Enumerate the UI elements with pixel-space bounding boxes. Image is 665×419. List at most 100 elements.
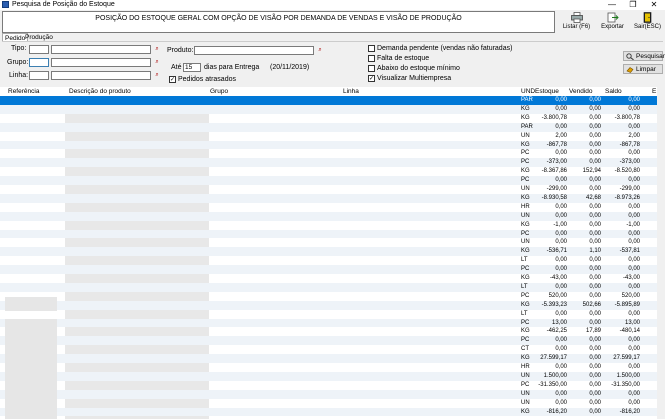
table-row[interactable]: KG -536,71 1,10 -537,81 <box>0 247 665 257</box>
cell-estoque: 0,00 <box>555 230 567 237</box>
table-row[interactable]: PC 520,00 0,00 520,00 <box>0 292 665 301</box>
produto-input[interactable] <box>194 46 314 55</box>
table-row[interactable]: LT 0,00 0,00 0,00 <box>0 282 665 292</box>
table-row[interactable]: PC 0,00 0,00 0,00 <box>0 265 665 274</box>
col-header-referencia[interactable]: Referência <box>8 87 39 96</box>
col-header-e[interactable]: E <box>652 87 656 96</box>
header-banner: POSIÇÃO DO ESTOQUE GERAL COM OPÇÃO DE VI… <box>2 11 555 33</box>
cell-und: UN <box>521 212 530 219</box>
tipo-desc-input[interactable] <box>51 45 151 54</box>
cell-vendido: 0,00 <box>589 310 601 317</box>
table-row[interactable]: KG 27.599,17 0,00 27.599,17 <box>0 354 665 363</box>
dias-input[interactable]: 15 <box>183 63 201 72</box>
col-header-linha[interactable]: Linha <box>343 87 359 96</box>
table-row[interactable]: PC 0,00 0,00 0,00 <box>0 336 665 346</box>
cell-und: UN <box>521 390 530 397</box>
cell-vendido: 0,00 <box>589 399 601 406</box>
cell-und: PC <box>521 319 530 326</box>
cell-vendido: 0,00 <box>589 150 601 157</box>
linha-code-input[interactable] <box>29 71 49 80</box>
table-row[interactable]: KG -8.367,86 152,94 -8.520,80 <box>0 167 665 176</box>
cell-vendido: 0,00 <box>589 372 601 379</box>
table-row[interactable]: KG -867,78 0,00 -867,78 <box>0 140 665 150</box>
cell-vendido: 152,94 <box>582 168 601 175</box>
grupo-code-input[interactable] <box>29 58 49 67</box>
cell-estoque: -43,00 <box>549 275 567 281</box>
cell-estoque: -299,00 <box>546 186 567 192</box>
demanda-pendente-checkbox[interactable] <box>368 45 375 52</box>
table-row[interactable]: KG -5.393,23 502,66 -5.895,89 <box>0 300 665 310</box>
cell-estoque: 0,00 <box>555 257 567 264</box>
cell-estoque: -462,25 <box>546 328 567 335</box>
cell-estoque: 13,00 <box>551 319 567 326</box>
col-header-vendido[interactable]: Vendido <box>569 87 593 96</box>
table-row[interactable]: KG 0,00 0,00 0,00 <box>0 104 665 114</box>
exit-button-label: Sair(ESC) <box>633 24 661 30</box>
pesquisar-button[interactable]: Pesquisar <box>623 51 665 61</box>
cell-vendido: 0,00 <box>589 141 601 148</box>
table-row[interactable]: PC 0,00 0,00 0,00 <box>0 176 665 185</box>
col-header-saldo[interactable]: Saldo <box>605 87 622 96</box>
table-row[interactable]: UN 0,00 0,00 0,00 <box>0 211 665 221</box>
filter-panel: Tipo: ⌕ Grupo: ⌕ Linha: ⌕ Produto: ⌕ Até… <box>2 41 665 87</box>
table-row[interactable]: UN -299,00 0,00 -299,00 <box>0 185 665 194</box>
table-row[interactable]: LT 0,00 0,00 0,00 <box>0 310 665 319</box>
falta-estoque-checkbox[interactable] <box>368 55 375 62</box>
export-button[interactable]: Exportar <box>595 11 630 33</box>
grupo-desc-input[interactable] <box>51 58 151 67</box>
results-grid[interactable]: Referência Descrição do produto Grupo Li… <box>0 87 665 419</box>
table-row[interactable]: KG -462,25 17,89 -480,14 <box>0 327 665 336</box>
table-row[interactable]: PAR 0,00 0,00 0,00 <box>0 122 665 132</box>
limpar-button[interactable]: Limpar <box>623 64 663 74</box>
table-row[interactable]: CT 0,00 0,00 0,00 <box>0 345 665 354</box>
table-row[interactable]: KG -816,20 0,00 -816,20 <box>0 407 665 417</box>
cell-vendido: 17,89 <box>585 328 601 335</box>
table-row[interactable]: PC -31.350,00 0,00 -31.350,00 <box>0 381 665 390</box>
table-row[interactable]: KG -3.800,78 0,00 -3.800,78 <box>0 114 665 123</box>
tipo-lookup-icon[interactable]: ⌕ <box>153 45 161 54</box>
cell-saldo: 0,00 <box>628 123 640 130</box>
exit-button[interactable]: Sair(ESC) <box>630 11 665 33</box>
table-row[interactable]: PC 0,00 0,00 0,00 <box>0 229 665 239</box>
table-row[interactable]: PAR 0,00 0,00 0,00 <box>0 96 665 105</box>
col-header-und[interactable]: UND <box>521 87 535 96</box>
table-row[interactable]: HR 0,00 0,00 0,00 <box>0 363 665 372</box>
table-row[interactable]: PC -373,00 0,00 -373,00 <box>0 158 665 168</box>
produto-lookup-icon[interactable]: ⌕ <box>316 46 324 55</box>
table-row[interactable]: LT 0,00 0,00 0,00 <box>0 256 665 265</box>
col-header-grupo[interactable]: Grupo <box>210 87 228 96</box>
abaixo-minimo-checkbox[interactable] <box>368 65 375 72</box>
pedidos-atrasados-checkbox[interactable]: ✓ <box>169 76 176 83</box>
cell-vendido: 0,00 <box>589 239 601 246</box>
col-header-estoque[interactable]: Estoque <box>535 87 559 96</box>
close-button[interactable]: ✕ <box>645 0 663 10</box>
table-row[interactable]: PC 0,00 0,00 0,00 <box>0 149 665 158</box>
cell-saldo: 13,00 <box>624 319 640 326</box>
multiempresa-checkbox[interactable]: ✓ <box>368 75 375 82</box>
vertical-scrollbar[interactable] <box>657 87 665 419</box>
table-row[interactable]: KG -1,00 0,00 -1,00 <box>0 221 665 230</box>
linha-lookup-icon[interactable]: ⌕ <box>153 71 161 80</box>
cell-vendido: 0,00 <box>589 266 601 273</box>
table-row[interactable]: UN 0,00 0,00 0,00 <box>0 389 665 399</box>
table-row[interactable]: UN 0,00 0,00 0,00 <box>0 238 665 247</box>
cell-und: PC <box>521 177 530 184</box>
cell-und: UN <box>521 372 530 379</box>
table-row[interactable]: UN 0,00 0,00 0,00 <box>0 399 665 408</box>
tipo-code-input[interactable] <box>29 45 49 54</box>
table-row[interactable]: KG -43,00 0,00 -43,00 <box>0 274 665 283</box>
table-row[interactable]: KG -8.930,58 42,68 -8.973,26 <box>0 193 665 203</box>
list-button[interactable]: Listar (F6) <box>559 11 594 33</box>
linha-desc-input[interactable] <box>51 71 151 80</box>
minimize-button[interactable]: — <box>603 0 621 10</box>
cell-vendido: 0,00 <box>589 212 601 219</box>
col-header-descricao[interactable]: Descrição do produto <box>69 87 131 96</box>
cell-saldo: -8.520,80 <box>614 168 640 175</box>
cell-vendido: 0,00 <box>589 230 601 237</box>
table-row[interactable]: HR 0,00 0,00 0,00 <box>0 203 665 212</box>
table-row[interactable]: UN 2,00 0,00 2,00 <box>0 132 665 141</box>
table-row[interactable]: PC 13,00 0,00 13,00 <box>0 318 665 328</box>
restore-button[interactable]: ❐ <box>624 0 642 10</box>
grupo-lookup-icon[interactable]: ⌕ <box>153 58 161 67</box>
table-row[interactable]: UN 1.500,00 0,00 1.500,00 <box>0 371 665 381</box>
